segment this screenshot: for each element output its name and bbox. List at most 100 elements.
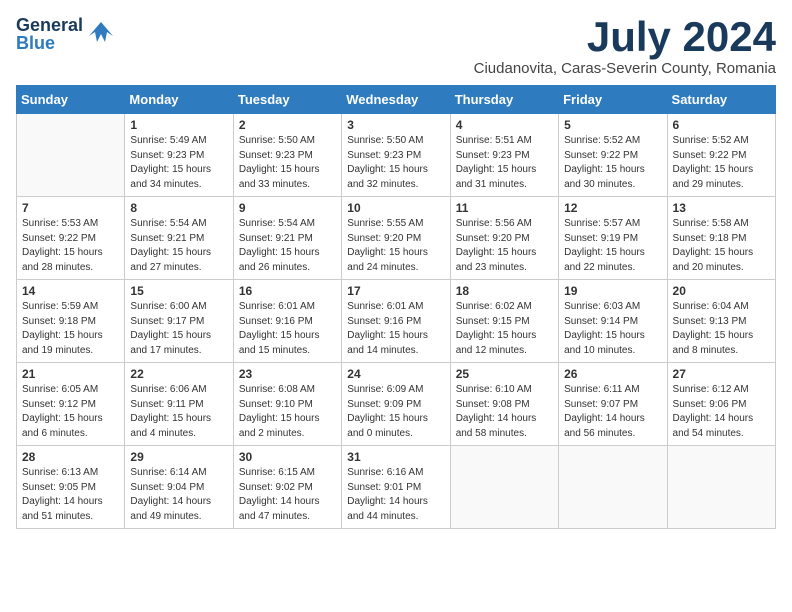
day-number: 17 — [347, 284, 444, 298]
logo: General Blue — [16, 16, 115, 52]
cell-content: Sunrise: 6:15 AM Sunset: 9:02 PM Dayligh… — [239, 466, 336, 524]
cell-content: Sunrise: 5:57 AM Sunset: 9:19 PM Dayligh… — [564, 217, 661, 275]
day-number: 7 — [22, 201, 119, 215]
cell-content: Sunrise: 5:55 AM Sunset: 9:20 PM Dayligh… — [347, 217, 444, 275]
calendar-week-4: 21 Sunrise: 6:05 AM Sunset: 9:12 PM Dayli… — [17, 363, 776, 446]
day-number: 19 — [564, 284, 661, 298]
calendar-cell: 30 Sunrise: 6:15 AM Sunset: 9:02 PM Dayli… — [233, 446, 341, 529]
calendar-cell: 27Sunrise: 6:12 AM Sunset: 9:06 PM Dayli… — [667, 363, 775, 446]
day-header-thursday: Thursday — [450, 86, 558, 114]
day-number: 3 — [347, 118, 444, 132]
calendar-cell: 20 Sunrise: 6:04 AM Sunset: 9:13 PM Dayli… — [667, 280, 775, 363]
day-header-tuesday: Tuesday — [233, 86, 341, 114]
calendar-table: SundayMondayTuesdayWednesdayThursdayFrid… — [16, 85, 776, 529]
day-header-wednesday: Wednesday — [342, 86, 450, 114]
calendar-cell: 4 Sunrise: 5:51 AM Sunset: 9:23 PM Daylig… — [450, 114, 558, 197]
day-number: 23 — [239, 367, 336, 381]
calendar-cell: 26Sunrise: 6:11 AM Sunset: 9:07 PM Dayli… — [559, 363, 667, 446]
calendar-cell: 10 Sunrise: 5:55 AM Sunset: 9:20 PM Dayli… — [342, 197, 450, 280]
day-header-friday: Friday — [559, 86, 667, 114]
cell-content: Sunrise: 5:50 AM Sunset: 9:23 PM Dayligh… — [239, 134, 336, 192]
day-number: 13 — [673, 201, 770, 215]
day-number: 30 — [239, 450, 336, 464]
cell-content: Sunrise: 6:04 AM Sunset: 9:13 PM Dayligh… — [673, 300, 770, 358]
calendar-cell: 23 Sunrise: 6:08 AM Sunset: 9:10 PM Dayli… — [233, 363, 341, 446]
cell-content: Sunrise: 5:51 AM Sunset: 9:23 PM Dayligh… — [456, 134, 553, 192]
day-number: 9 — [239, 201, 336, 215]
calendar-cell — [17, 114, 125, 197]
calendar-cell: 5 Sunrise: 5:52 AM Sunset: 9:22 PM Daylig… — [559, 114, 667, 197]
day-number: 16 — [239, 284, 336, 298]
cell-content: Sunrise: 5:54 AM Sunset: 9:21 PM Dayligh… — [130, 217, 227, 275]
calendar-week-1: 1Sunrise: 5:49 AM Sunset: 9:23 PM Daylig… — [17, 114, 776, 197]
day-number: 14 — [22, 284, 119, 298]
cell-content: Sunrise: 6:01 AM Sunset: 9:16 PM Dayligh… — [347, 300, 444, 358]
calendar-cell: 21 Sunrise: 6:05 AM Sunset: 9:12 PM Dayli… — [17, 363, 125, 446]
day-number: 4 — [456, 118, 553, 132]
cell-content: Sunrise: 6:02 AM Sunset: 9:15 PM Dayligh… — [456, 300, 553, 358]
calendar-cell — [559, 446, 667, 529]
calendar-cell: 22Sunrise: 6:06 AM Sunset: 9:11 PM Dayli… — [125, 363, 233, 446]
cell-content: Sunrise: 5:59 AM Sunset: 9:18 PM Dayligh… — [22, 300, 119, 358]
cell-content: Sunrise: 5:50 AM Sunset: 9:23 PM Dayligh… — [347, 134, 444, 192]
day-number: 1 — [130, 118, 227, 132]
day-number: 27 — [673, 367, 770, 381]
cell-content: Sunrise: 5:52 AM Sunset: 9:22 PM Dayligh… — [564, 134, 661, 192]
calendar-cell: 16Sunrise: 6:01 AM Sunset: 9:16 PM Dayli… — [233, 280, 341, 363]
location-subtitle: Ciudanovita, Caras-Severin County, Roman… — [474, 60, 776, 77]
calendar-cell: 9Sunrise: 5:54 AM Sunset: 9:21 PM Daylig… — [233, 197, 341, 280]
calendar-cell: 15 Sunrise: 6:00 AM Sunset: 9:17 PM Dayli… — [125, 280, 233, 363]
logo-icon — [87, 18, 115, 51]
calendar-cell: 19 Sunrise: 6:03 AM Sunset: 9:14 PM Dayli… — [559, 280, 667, 363]
day-number: 6 — [673, 118, 770, 132]
day-number: 21 — [22, 367, 119, 381]
cell-content: Sunrise: 6:14 AM Sunset: 9:04 PM Dayligh… — [130, 466, 227, 524]
logo-line2: Blue — [16, 34, 83, 52]
cell-content: Sunrise: 6:16 AM Sunset: 9:01 PM Dayligh… — [347, 466, 444, 524]
day-number: 28 — [22, 450, 119, 464]
cell-content: Sunrise: 6:08 AM Sunset: 9:10 PM Dayligh… — [239, 383, 336, 441]
month-year-title: July 2024 — [474, 16, 776, 58]
day-number: 15 — [130, 284, 227, 298]
calendar-cell: 13 Sunrise: 5:58 AM Sunset: 9:18 PM Dayli… — [667, 197, 775, 280]
day-number: 5 — [564, 118, 661, 132]
calendar-cell: 25 Sunrise: 6:10 AM Sunset: 9:08 PM Dayli… — [450, 363, 558, 446]
day-number: 12 — [564, 201, 661, 215]
cell-content: Sunrise: 6:09 AM Sunset: 9:09 PM Dayligh… — [347, 383, 444, 441]
calendar-cell: 6Sunrise: 5:52 AM Sunset: 9:22 PM Daylig… — [667, 114, 775, 197]
cell-content: Sunrise: 6:10 AM Sunset: 9:08 PM Dayligh… — [456, 383, 553, 441]
calendar-week-2: 7 Sunrise: 5:53 AM Sunset: 9:22 PM Daylig… — [17, 197, 776, 280]
calendar-cell — [667, 446, 775, 529]
cell-content: Sunrise: 5:53 AM Sunset: 9:22 PM Dayligh… — [22, 217, 119, 275]
day-number: 24 — [347, 367, 444, 381]
calendar-cell: 17 Sunrise: 6:01 AM Sunset: 9:16 PM Dayli… — [342, 280, 450, 363]
calendar-cell: 3 Sunrise: 5:50 AM Sunset: 9:23 PM Daylig… — [342, 114, 450, 197]
cell-content: Sunrise: 6:03 AM Sunset: 9:14 PM Dayligh… — [564, 300, 661, 358]
cell-content: Sunrise: 6:13 AM Sunset: 9:05 PM Dayligh… — [22, 466, 119, 524]
cell-content: Sunrise: 5:56 AM Sunset: 9:20 PM Dayligh… — [456, 217, 553, 275]
day-number: 11 — [456, 201, 553, 215]
calendar-cell: 31 Sunrise: 6:16 AM Sunset: 9:01 PM Dayli… — [342, 446, 450, 529]
calendar-cell: 28 Sunrise: 6:13 AM Sunset: 9:05 PM Dayli… — [17, 446, 125, 529]
day-number: 29 — [130, 450, 227, 464]
day-number: 10 — [347, 201, 444, 215]
day-number: 25 — [456, 367, 553, 381]
calendar-cell — [450, 446, 558, 529]
day-number: 22 — [130, 367, 227, 381]
cell-content: Sunrise: 6:05 AM Sunset: 9:12 PM Dayligh… — [22, 383, 119, 441]
logo-line1: General — [16, 16, 83, 34]
calendar-cell: 14 Sunrise: 5:59 AM Sunset: 9:18 PM Dayli… — [17, 280, 125, 363]
day-header-saturday: Saturday — [667, 86, 775, 114]
calendar-week-3: 14 Sunrise: 5:59 AM Sunset: 9:18 PM Dayli… — [17, 280, 776, 363]
calendar-cell: 11 Sunrise: 5:56 AM Sunset: 9:20 PM Dayli… — [450, 197, 558, 280]
calendar-cell: 8Sunrise: 5:54 AM Sunset: 9:21 PM Daylig… — [125, 197, 233, 280]
cell-content: Sunrise: 6:00 AM Sunset: 9:17 PM Dayligh… — [130, 300, 227, 358]
calendar-cell: 29 Sunrise: 6:14 AM Sunset: 9:04 PM Dayli… — [125, 446, 233, 529]
day-number: 31 — [347, 450, 444, 464]
cell-content: Sunrise: 6:11 AM Sunset: 9:07 PM Dayligh… — [564, 383, 661, 441]
calendar-cell: 1Sunrise: 5:49 AM Sunset: 9:23 PM Daylig… — [125, 114, 233, 197]
day-number: 18 — [456, 284, 553, 298]
day-number: 20 — [673, 284, 770, 298]
calendar-cell: 2Sunrise: 5:50 AM Sunset: 9:23 PM Daylig… — [233, 114, 341, 197]
cell-content: Sunrise: 5:58 AM Sunset: 9:18 PM Dayligh… — [673, 217, 770, 275]
